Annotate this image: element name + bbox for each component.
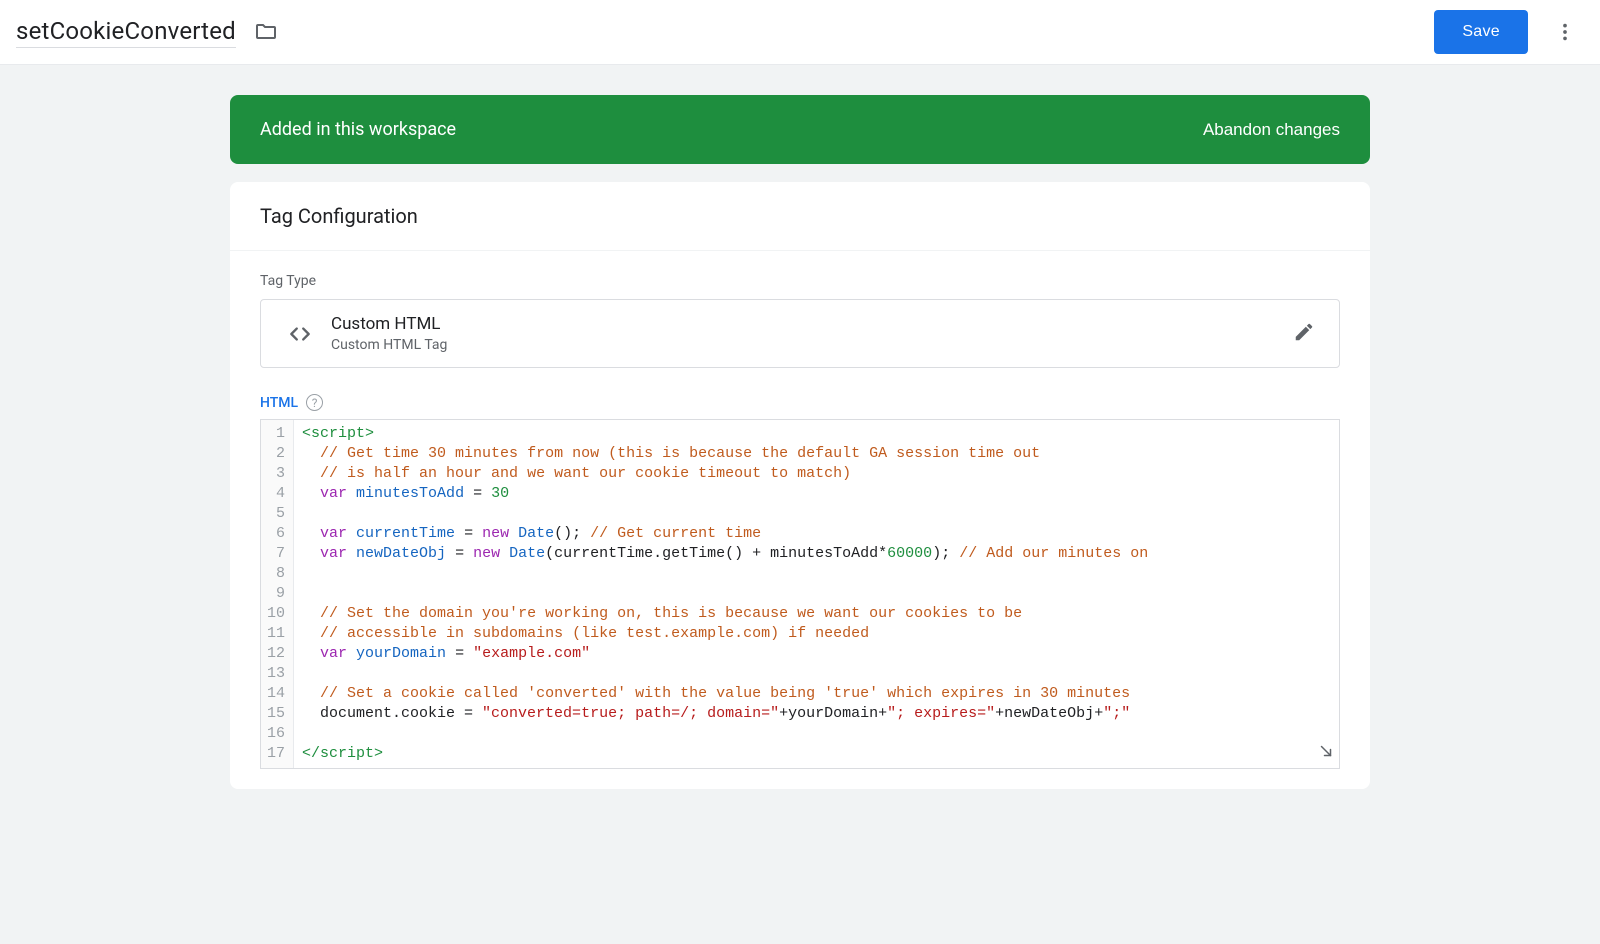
banner-message: Added in this workspace: [260, 119, 1203, 140]
tag-type-label: Tag Type: [260, 273, 1340, 289]
more-options-button[interactable]: [1546, 13, 1584, 51]
help-icon[interactable]: ?: [306, 394, 323, 411]
page-body: Added in this workspace Abandon changes …: [0, 65, 1600, 944]
editor-code[interactable]: <script> // Get time 30 minutes from now…: [294, 420, 1156, 768]
page-title[interactable]: setCookieConverted: [16, 17, 236, 48]
html-editor[interactable]: 1234567891011121314151617 <script> // Ge…: [260, 419, 1340, 769]
html-field-label: HTML: [260, 395, 298, 411]
tag-configuration-card: Tag Configuration Tag Type Custom HTML C…: [230, 182, 1370, 789]
section-title: Tag Configuration: [230, 182, 1370, 251]
tag-type-selector[interactable]: Custom HTML Custom HTML Tag: [260, 299, 1340, 368]
code-icon: [279, 321, 321, 347]
folder-icon[interactable]: [254, 20, 278, 44]
resize-handle-icon[interactable]: [1317, 742, 1335, 764]
top-bar: setCookieConverted Save: [0, 0, 1600, 65]
abandon-changes-button[interactable]: Abandon changes: [1203, 120, 1340, 140]
tag-type-subtitle: Custom HTML Tag: [331, 337, 1287, 353]
workspace-banner: Added in this workspace Abandon changes: [230, 95, 1370, 164]
edit-tag-type-button[interactable]: [1287, 315, 1321, 352]
save-button[interactable]: Save: [1434, 10, 1528, 54]
tag-type-name: Custom HTML: [331, 314, 1287, 334]
editor-gutter: 1234567891011121314151617: [261, 420, 294, 768]
